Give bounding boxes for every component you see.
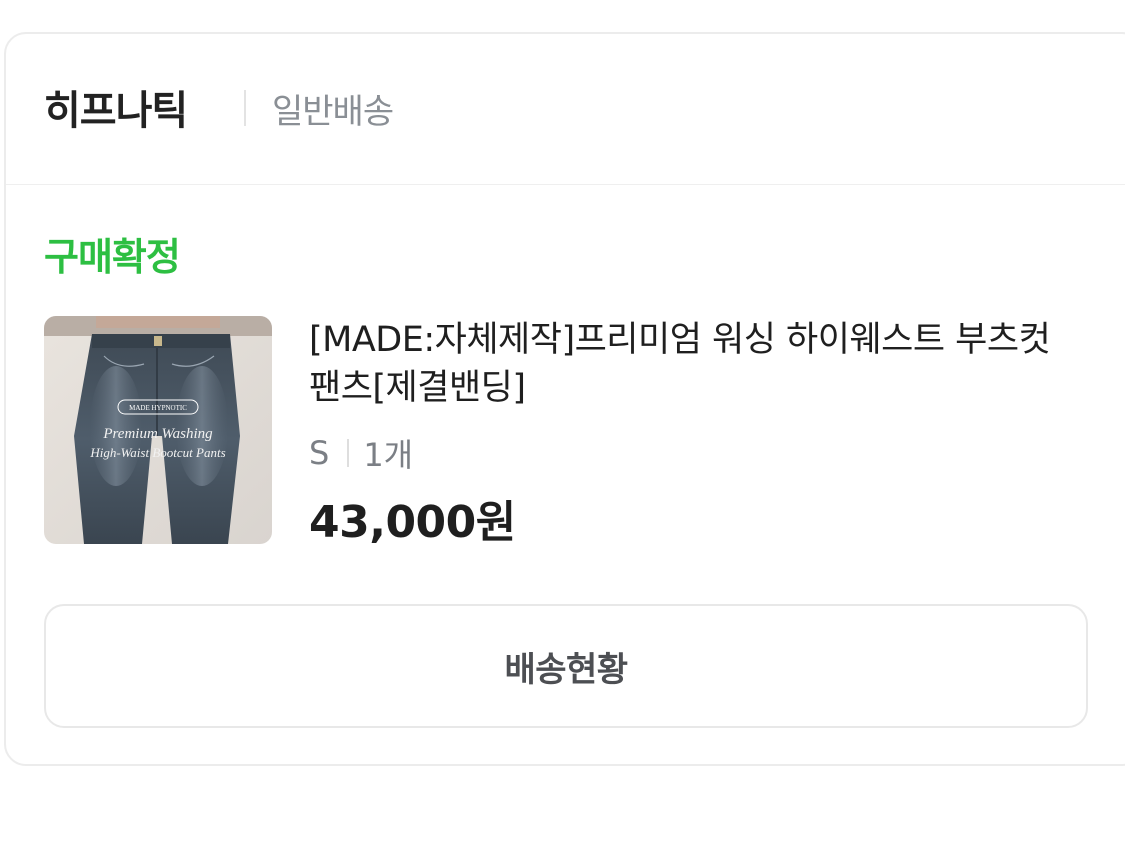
product-quantity: 1개 (363, 436, 414, 474)
order-card: 히프나틱 일반배송 구매확정 MADE HYPNOTIC Premium Was… (4, 32, 1125, 766)
header-divider (244, 90, 246, 126)
order-card-header: 히프나틱 일반배송 (6, 34, 1125, 185)
delivery-status-button[interactable]: 배송현황 (44, 604, 1088, 728)
option-divider (347, 439, 350, 467)
product-option-row: S 1개 (309, 430, 413, 476)
product-thumbnail[interactable]: MADE HYPNOTIC Premium Washing High-Waist… (44, 316, 272, 544)
shipping-type-label: 일반배송 (272, 92, 394, 132)
store-name-link[interactable]: 히프나틱 (44, 78, 188, 136)
thumbnail-caption-line2: High-Waist Bootcut Pants (89, 445, 225, 460)
product-option-size: S (309, 434, 330, 472)
product-price: 43,000원 (309, 497, 516, 548)
thumbnail-caption-line1: Premium Washing (102, 426, 213, 442)
product-title-link[interactable]: [MADE:자체제작]프리미엄 워싱 하이웨스트 부츠컷팬츠[제결밴딩] (309, 316, 1079, 412)
product-thumbnail-image: MADE HYPNOTIC Premium Washing High-Waist… (44, 316, 272, 544)
thumbnail-badge-text: MADE HYPNOTIC (129, 404, 187, 412)
order-status-label: 구매확정 (44, 235, 181, 279)
